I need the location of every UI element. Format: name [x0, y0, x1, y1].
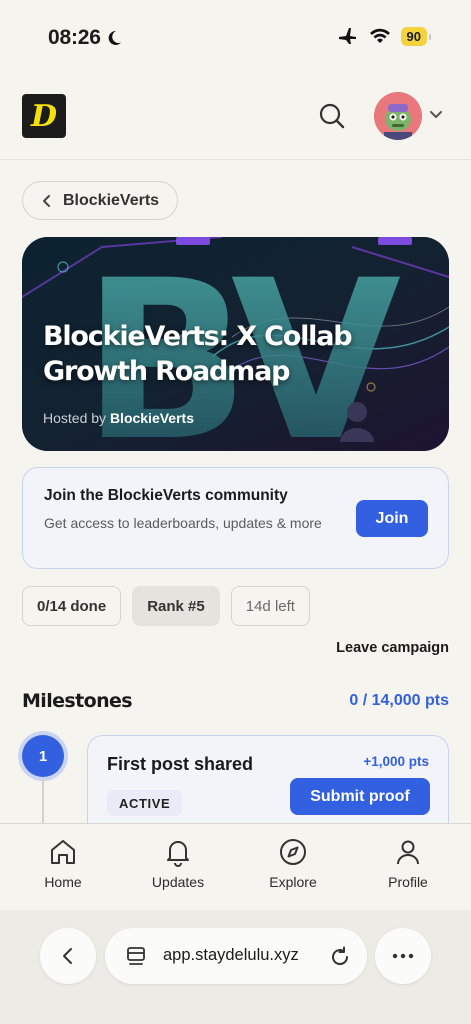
join-card-description: Get access to leaderboards, updates & mo…: [44, 515, 322, 531]
campaign-title: BlockieVerts: X Collab Growth Roadmap: [43, 321, 353, 387]
host-name: BlockieVerts: [109, 410, 194, 426]
avatar-image: [374, 92, 422, 140]
milestones-points: 0 / 14,000 pts: [349, 692, 449, 709]
nav-updates[interactable]: Updates: [133, 836, 223, 890]
milestone-name: First post shared: [107, 754, 254, 774]
airplane-icon: [338, 28, 356, 44]
app-logo[interactable]: D: [22, 94, 66, 138]
status-bar: 08:26 90: [0, 0, 471, 76]
address-bar[interactable]: app.staydelulu.xyz: [105, 928, 367, 984]
nav-profile-label: Profile: [388, 874, 428, 890]
chevron-down-icon[interactable]: [428, 106, 444, 122]
leave-campaign-link[interactable]: Leave campaign: [336, 640, 449, 656]
browser-back-button[interactable]: [40, 928, 96, 984]
status-icons: 90: [337, 26, 432, 46]
milestone-status-badge: ACTIVE: [107, 790, 183, 816]
browser-toolbar: app.staydelulu.xyz: [0, 910, 471, 1024]
back-to-community-button[interactable]: BlockieVerts: [22, 181, 179, 220]
campaign-hero-banner: BV BlockieVerts: X Collab Growth Roadmap…: [22, 237, 449, 451]
home-icon: [51, 840, 75, 864]
moon-icon: [108, 30, 121, 45]
chevron-left-icon: [43, 194, 50, 207]
back-label: BlockieVerts: [63, 191, 160, 209]
time-left-chip: 14d left: [230, 586, 310, 626]
nav-explore-label: Explore: [269, 874, 317, 890]
reload-icon[interactable]: [329, 946, 351, 968]
submit-proof-button[interactable]: Submit proof: [290, 778, 430, 815]
nav-profile[interactable]: Profile: [363, 836, 453, 890]
wifi-icon: [369, 28, 390, 43]
milestone-connector: [42, 780, 44, 824]
rank-chip: Rank #5: [132, 586, 220, 626]
person-icon: [397, 840, 419, 865]
search-icon: [319, 103, 345, 129]
join-community-card: Join the BlockieVerts community Get acce…: [22, 467, 449, 569]
join-button[interactable]: Join: [356, 500, 428, 537]
more-dots-icon: [392, 953, 414, 959]
nav-home[interactable]: Home: [18, 836, 108, 890]
campaign-stats: 0/14 done Rank #5 14d left: [22, 586, 310, 626]
campaign-host: Hosted by BlockieVerts: [43, 410, 194, 426]
battery-indicator: 90: [400, 26, 432, 46]
app-header: D: [0, 76, 471, 160]
progress-chip: 0/14 done: [22, 586, 122, 626]
join-card-title: Join the BlockieVerts community: [44, 487, 288, 504]
compass-icon: [280, 839, 306, 865]
bell-icon: [167, 841, 189, 867]
host-prefix: Hosted by: [43, 410, 107, 426]
nav-home-label: Home: [44, 874, 82, 890]
clock-text: 08:26: [48, 26, 101, 49]
tab-overview-icon[interactable]: [125, 945, 147, 967]
nav-updates-label: Updates: [151, 874, 205, 890]
nav-explore[interactable]: Explore: [248, 836, 338, 890]
milestones-heading: Milestones: [22, 690, 133, 712]
user-avatar[interactable]: [374, 92, 422, 140]
milestone-reward: +1,000 pts: [363, 754, 429, 769]
search-button[interactable]: [316, 100, 348, 132]
address-text: app.staydelulu.xyz: [163, 946, 299, 964]
bottom-navigation: Home Updates Explore Profile: [0, 823, 471, 910]
more-options-button[interactable]: [375, 928, 431, 984]
milestone-step-number: 1: [22, 735, 64, 777]
chevron-left-icon: [63, 948, 72, 964]
status-time: 08:26: [48, 26, 123, 50]
